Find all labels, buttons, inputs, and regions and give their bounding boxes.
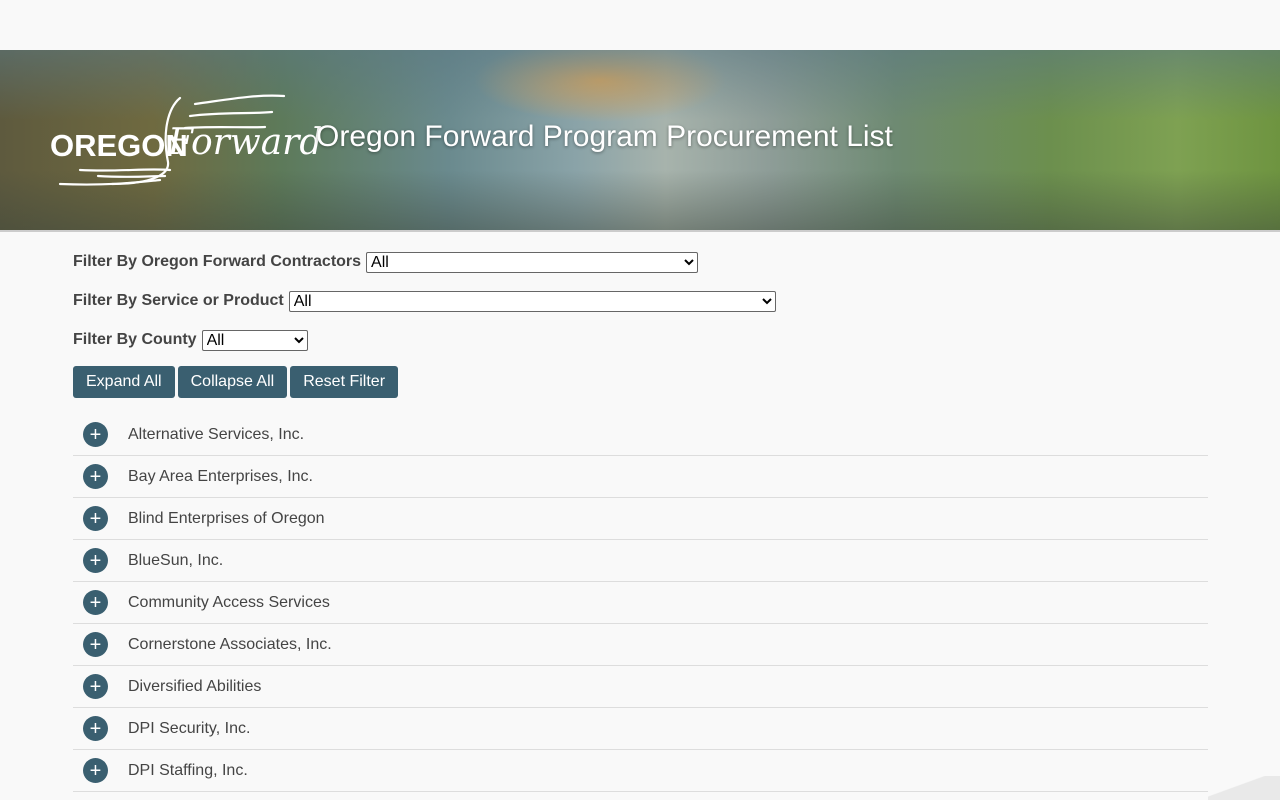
top-bar	[0, 0, 1280, 50]
contractor-name[interactable]: Blind Enterprises of Oregon	[128, 510, 325, 528]
contractors-select[interactable]: All	[366, 251, 699, 273]
expand-plus-icon[interactable]: +	[83, 422, 108, 447]
contractor-row[interactable]: + Diversified Abilities	[73, 666, 1208, 708]
action-buttons: Expand All Collapse All Reset Filter	[73, 366, 1208, 398]
filter-service: Filter By Service or Product All	[73, 289, 1208, 313]
contractor-name[interactable]: Community Access Services	[128, 594, 330, 612]
contractor-row[interactable]: + Community Access Services	[73, 582, 1208, 624]
expand-plus-icon[interactable]: +	[83, 716, 108, 741]
contractor-name[interactable]: Cornerstone Associates, Inc.	[128, 636, 332, 654]
filter-service-label: Filter By Service or Product	[73, 292, 284, 309]
header-banner: OREGON Forward Oregon Forward Program Pr…	[0, 50, 1280, 232]
oregon-forward-logo[interactable]: OREGON Forward	[50, 92, 322, 188]
contractor-list: + Alternative Services, Inc. + Bay Area Ent…	[73, 414, 1208, 792]
county-select[interactable]: All	[201, 329, 308, 351]
expand-plus-icon[interactable]: +	[83, 548, 108, 573]
contractor-row[interactable]: + Alternative Services, Inc.	[73, 414, 1208, 456]
main-content: Filter By Oregon Forward Contractors All…	[73, 250, 1208, 792]
contractor-row[interactable]: + DPI Staffing, Inc.	[73, 750, 1208, 792]
expand-plus-icon[interactable]: +	[83, 590, 108, 615]
contractor-name[interactable]: DPI Staffing, Inc.	[128, 762, 248, 780]
decorative-corner	[1208, 776, 1280, 800]
contractor-row[interactable]: + Cornerstone Associates, Inc.	[73, 624, 1208, 666]
collapse-all-button[interactable]: Collapse All	[177, 366, 288, 398]
filter-county: Filter By County All	[73, 328, 1208, 352]
logo-forward-text: Forward	[168, 122, 323, 163]
contractor-name[interactable]: BlueSun, Inc.	[128, 552, 223, 570]
expand-plus-icon[interactable]: +	[83, 464, 108, 489]
contractor-name[interactable]: DPI Security, Inc.	[128, 720, 250, 738]
contractor-row[interactable]: + BlueSun, Inc.	[73, 540, 1208, 582]
expand-plus-icon[interactable]: +	[83, 632, 108, 657]
contractor-name[interactable]: Diversified Abilities	[128, 678, 261, 696]
expand-all-button[interactable]: Expand All	[73, 366, 175, 398]
contractor-row[interactable]: + Bay Area Enterprises, Inc.	[73, 456, 1208, 498]
filter-county-label: Filter By County	[73, 331, 197, 348]
service-select[interactable]: All	[288, 290, 776, 312]
reset-filter-button[interactable]: Reset Filter	[290, 366, 399, 398]
contractor-row[interactable]: + DPI Security, Inc.	[73, 708, 1208, 750]
expand-plus-icon[interactable]: +	[83, 758, 108, 783]
page-title: Oregon Forward Program Procurement List	[316, 120, 893, 153]
filter-contractors-label: Filter By Oregon Forward Contractors	[73, 253, 362, 270]
contractor-row[interactable]: + Blind Enterprises of Oregon	[73, 498, 1208, 540]
contractor-name[interactable]: Bay Area Enterprises, Inc.	[128, 468, 313, 486]
filter-contractors: Filter By Oregon Forward Contractors All	[73, 250, 1208, 274]
expand-plus-icon[interactable]: +	[83, 674, 108, 699]
contractor-name[interactable]: Alternative Services, Inc.	[128, 426, 304, 444]
expand-plus-icon[interactable]: +	[83, 506, 108, 531]
